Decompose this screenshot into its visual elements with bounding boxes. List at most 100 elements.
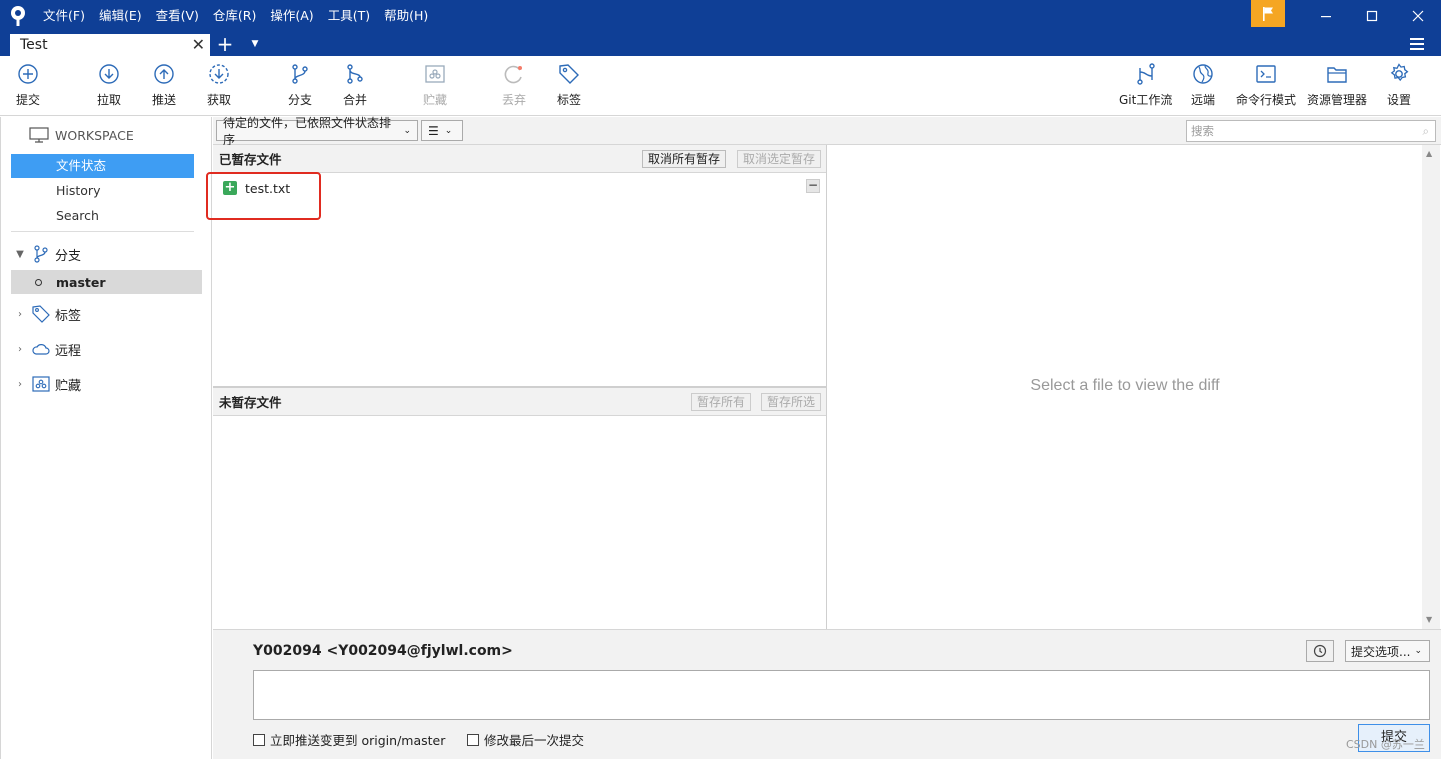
hamburger-menu-icon[interactable] xyxy=(1410,34,1430,54)
sidebar-group-tags[interactable]: › 标签 xyxy=(13,304,81,324)
maximize-button[interactable] xyxy=(1349,0,1395,32)
checkbox-icon xyxy=(467,733,479,746)
stash-button[interactable]: 贮藏 xyxy=(423,62,447,112)
sidebar-item-search[interactable]: Search xyxy=(11,204,194,228)
current-branch-icon xyxy=(35,278,42,286)
close-window-button[interactable] xyxy=(1395,0,1441,32)
stash-icon xyxy=(32,376,50,392)
sort-select[interactable]: 待定的文件，已依照文件状态排序 ⌄ xyxy=(216,116,418,147)
discard-button[interactable]: 丢弃 xyxy=(502,62,526,112)
commit-plus-icon xyxy=(18,64,38,84)
chevron-down-icon: ▼ xyxy=(16,248,24,260)
chevron-down-icon: ⌄ xyxy=(1414,646,1422,656)
branch-icon xyxy=(292,64,308,84)
toolbar: 提交 拉取 推送 获取 分支 合并 贮藏 丢弃 标签 Git工作流 远端 命令行… xyxy=(0,56,1441,116)
commit-message-input[interactable] xyxy=(253,670,1430,720)
menu-help[interactable]: 帮助(H) xyxy=(377,0,435,32)
branch-button[interactable]: 分支 xyxy=(288,62,312,112)
amend-commit-checkbox[interactable]: 修改最后一次提交 xyxy=(467,730,584,749)
gear-icon xyxy=(1390,63,1409,82)
scroll-down-icon[interactable]: ▼ xyxy=(1426,615,1432,624)
tab-bar: Test ✕ + ▼ xyxy=(0,32,1441,56)
chevron-down-icon: ⌄ xyxy=(403,125,411,136)
stage-all-button[interactable]: 暂存所有 xyxy=(691,393,752,411)
tag-icon xyxy=(32,305,50,323)
unstaged-files-list xyxy=(213,416,826,629)
commit-options-select[interactable]: 提交选项... ⌄ xyxy=(1345,640,1430,662)
tab-test[interactable]: Test ✕ xyxy=(10,34,210,56)
menu-actions[interactable]: 操作(A) xyxy=(263,0,320,32)
explorer-button[interactable]: 资源管理器 xyxy=(1307,62,1367,112)
search-icon: ⌕ xyxy=(1422,124,1429,138)
search-input[interactable]: 搜索 ⌕ xyxy=(1186,120,1436,142)
diff-placeholder: Select a file to view the diff xyxy=(1030,377,1220,394)
diff-scrollbar[interactable]: ▲ ▼ xyxy=(1422,145,1440,629)
cloud-icon xyxy=(32,344,50,355)
branch-icon xyxy=(34,245,48,263)
tab-dropdown-icon[interactable]: ▼ xyxy=(248,34,262,54)
stage-selected-button[interactable]: 暂存所选 xyxy=(761,393,822,411)
folder-icon xyxy=(1327,67,1347,83)
menu-file[interactable]: 文件(F) xyxy=(36,0,92,32)
minimize-button[interactable] xyxy=(1303,0,1349,32)
terminal-button[interactable]: 命令行模式 xyxy=(1236,62,1296,112)
watermark: CSDN @苏一兰 xyxy=(1346,738,1425,751)
push-immediately-checkbox[interactable]: 立即推送变更到 origin/master xyxy=(253,730,445,749)
tag-icon xyxy=(559,64,579,84)
new-tab-button[interactable]: + xyxy=(214,34,236,54)
minimize-icon xyxy=(1321,16,1331,18)
annotation-highlight-box xyxy=(206,172,321,220)
push-arrow-up-icon xyxy=(154,64,174,84)
chevron-down-icon: ⌄ xyxy=(444,125,453,136)
commit-panel: Y002094 <Y002094@fjylwl.com> 提交选项... ⌄ 立… xyxy=(213,629,1441,759)
menu-tools[interactable]: 工具(T) xyxy=(321,0,377,32)
commit-author: Y002094 <Y002094@fjylwl.com> xyxy=(253,643,513,659)
menu-view[interactable]: 查看(V) xyxy=(149,0,206,32)
sidebar-item-history[interactable]: History xyxy=(11,179,194,203)
fetch-icon xyxy=(209,64,229,84)
git-flow-button[interactable]: Git工作流 xyxy=(1119,62,1172,112)
commit-history-button[interactable] xyxy=(1306,640,1334,662)
sidebar-divider xyxy=(11,231,194,232)
tab-label: Test xyxy=(20,37,48,53)
menu-edit[interactable]: 编辑(E) xyxy=(92,0,149,32)
flag-icon xyxy=(1263,6,1273,21)
stash-icon xyxy=(425,65,445,83)
remote-button[interactable]: 远端 xyxy=(1191,62,1215,112)
unstage-file-button[interactable]: − xyxy=(806,179,820,193)
sidebar-item-file-status[interactable]: 文件状态 xyxy=(11,154,194,178)
pull-button[interactable]: 拉取 xyxy=(97,62,121,112)
sidebar: WORKSPACE 文件状态 History Search ▼ 分支 maste… xyxy=(0,117,212,759)
chevron-right-icon: › xyxy=(18,343,22,355)
push-button[interactable]: 推送 xyxy=(152,62,176,112)
close-icon xyxy=(1412,10,1424,22)
filter-bar: 待定的文件，已依照文件状态排序 ⌄ ☰ ⌄ 搜索 ⌕ xyxy=(213,116,1441,147)
merge-button[interactable]: 合并 xyxy=(343,62,367,112)
sourcetree-logo-icon xyxy=(0,0,36,32)
sidebar-group-remotes[interactable]: › 远程 xyxy=(13,339,81,359)
commit-button[interactable]: 提交 xyxy=(16,62,40,112)
menu-bar: 文件(F) 编辑(E) 查看(V) 仓库(R) 操作(A) 工具(T) 帮助(H… xyxy=(36,0,435,32)
tab-close-icon[interactable]: ✕ xyxy=(192,35,205,54)
unstage-selected-button[interactable]: 取消选定暂存 xyxy=(737,150,822,168)
maximize-icon xyxy=(1366,10,1378,22)
git-flow-icon xyxy=(1136,63,1155,85)
list-view-icon: ☰ xyxy=(428,123,439,138)
scroll-up-icon[interactable]: ▲ xyxy=(1426,149,1432,158)
diff-view: Select a file to view the diff xyxy=(827,145,1441,629)
chevron-right-icon: › xyxy=(18,378,22,390)
menu-repository[interactable]: 仓库(R) xyxy=(206,0,263,32)
discard-icon xyxy=(504,65,522,84)
sidebar-group-stashes[interactable]: › 贮藏 xyxy=(13,374,81,394)
branch-item-master[interactable]: master xyxy=(11,270,202,294)
title-bar: 文件(F) 编辑(E) 查看(V) 仓库(R) 操作(A) 工具(T) 帮助(H… xyxy=(0,0,1441,32)
fetch-button[interactable]: 获取 xyxy=(207,62,231,112)
settings-button[interactable]: 设置 xyxy=(1387,62,1411,112)
unstage-all-button[interactable]: 取消所有暂存 xyxy=(642,150,727,168)
checkbox-icon xyxy=(253,733,265,746)
view-mode-select[interactable]: ☰ ⌄ xyxy=(421,120,463,141)
sidebar-group-branches[interactable]: ▼ 分支 xyxy=(13,244,81,264)
chevron-right-icon: › xyxy=(18,308,22,320)
tag-button[interactable]: 标签 xyxy=(557,62,581,112)
notification-flag-button[interactable] xyxy=(1251,0,1285,27)
